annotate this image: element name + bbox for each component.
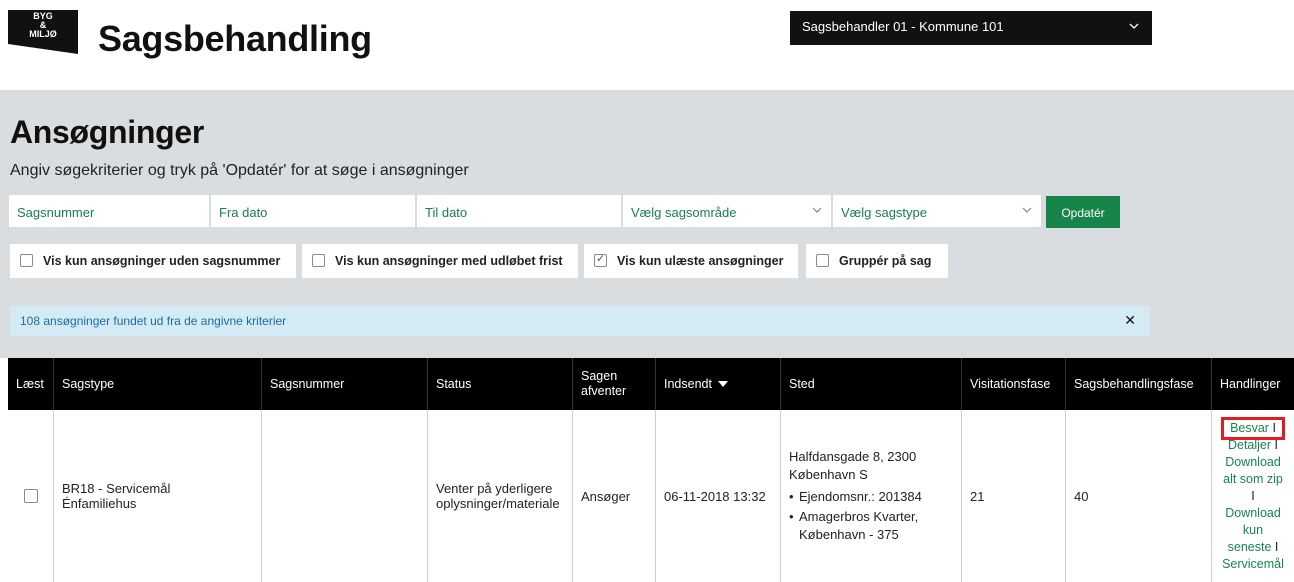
table-row: BR18 - Servicemål Énfamiliehus Venter på … bbox=[8, 410, 1294, 582]
check-label: Gruppér på sag bbox=[839, 254, 932, 268]
status-line1: Venter på yderligere bbox=[436, 481, 553, 496]
sagstype-select[interactable]: Vælg sagstype bbox=[832, 194, 1042, 228]
col-sted[interactable]: Sted bbox=[781, 358, 962, 410]
cell-afventer: Ansøger bbox=[573, 410, 656, 582]
check-grupper[interactable]: Gruppér på sag bbox=[806, 244, 948, 278]
col-handlinger: Handlinger bbox=[1220, 377, 1281, 391]
servicemaal-link[interactable]: Servicemål bbox=[1222, 557, 1284, 571]
detaljer-link[interactable]: Detaljer bbox=[1228, 438, 1271, 452]
cell-laest bbox=[8, 410, 54, 582]
separator: I bbox=[1272, 421, 1276, 435]
chevron-down-icon bbox=[1021, 204, 1033, 219]
cell-sagsnummer bbox=[262, 410, 428, 582]
chevron-down-icon bbox=[811, 204, 823, 219]
list-item: Amagerbros Kvarter,København - 375 bbox=[789, 508, 922, 544]
check-label: Vis kun ulæste ansøgninger bbox=[617, 254, 784, 268]
row-checkbox[interactable] bbox=[24, 489, 38, 503]
sted-list: Ejendomsnr.: 201384 Amagerbros Kvarter,K… bbox=[789, 488, 922, 544]
col-laest[interactable]: Læst bbox=[8, 358, 54, 410]
til-dato-placeholder: Til dato bbox=[425, 205, 468, 220]
col-afventer-line1: Sagen bbox=[581, 369, 618, 383]
cell-handlinger: Besvar I Detaljer I Download alt som zip … bbox=[1212, 410, 1294, 582]
sagstype-line2: Énfamiliehus bbox=[62, 496, 137, 511]
separator: I bbox=[1274, 438, 1279, 452]
col-sagstype[interactable]: Sagstype bbox=[54, 358, 262, 410]
besvar-highlight: Besvar I bbox=[1221, 417, 1285, 440]
fra-dato-input[interactable]: Fra dato bbox=[210, 194, 416, 228]
page-subtitle: Angiv søgekriterier og tryk på 'Opdatér'… bbox=[10, 162, 469, 179]
col-afventer[interactable]: Sagen afventer bbox=[573, 358, 656, 410]
check-ulaeste[interactable]: Vis kun ulæste ansøgninger bbox=[584, 244, 798, 278]
sagsomraade-value: Vælg sagsområde bbox=[631, 205, 737, 220]
byg-miljo-logo[interactable]: BYG & MILJØ bbox=[8, 10, 84, 54]
besvar-link[interactable]: Besvar bbox=[1230, 421, 1269, 435]
fra-dato-placeholder: Fra dato bbox=[219, 205, 268, 220]
results-info-bar: 108 ansøgninger fundet ud fra de angivne… bbox=[10, 306, 1150, 336]
col-sagsbehandling[interactable]: Sagsbehandlingsfase bbox=[1066, 358, 1212, 410]
page-title: Ansøgninger bbox=[10, 114, 205, 150]
app-title: Sagsbehandling bbox=[98, 18, 372, 59]
user-select-value: Sagsbehandler 01 - Kommune 101 bbox=[802, 19, 1004, 34]
list-item: Ejendomsnr.: 201384 bbox=[789, 488, 922, 506]
table-header: Læst Sagstype Sagsnummer Status Sagen afv… bbox=[8, 358, 1294, 410]
separator: I bbox=[1251, 489, 1255, 503]
check-label: Vis kun ansøgninger uden sagsnummer bbox=[43, 254, 281, 268]
sted-line2: København S bbox=[789, 467, 868, 482]
til-dato-input[interactable]: Til dato bbox=[416, 194, 622, 228]
checkbox-icon[interactable] bbox=[20, 254, 33, 267]
download-seneste-link[interactable]: Download kun seneste bbox=[1225, 506, 1281, 554]
checkbox-icon[interactable] bbox=[816, 254, 829, 267]
checkbox-icon[interactable] bbox=[312, 254, 325, 267]
sagsomraade-select[interactable]: Vælg sagsområde bbox=[622, 194, 832, 228]
sagsnummer-input[interactable]: Sagsnummer bbox=[8, 194, 210, 228]
sagstype-line1: BR18 - Servicemål bbox=[62, 481, 171, 496]
sagstype-value: Vælg sagstype bbox=[841, 205, 927, 220]
checkbox-checked-icon[interactable] bbox=[594, 252, 607, 267]
cell-status: Venter på yderligere oplysninger/material… bbox=[428, 410, 573, 582]
col-sagsnummer[interactable]: Sagsnummer bbox=[262, 358, 428, 410]
sort-desc-icon bbox=[717, 381, 728, 387]
check-udloebet-frist[interactable]: Vis kun ansøgninger med udløbet frist bbox=[302, 244, 578, 278]
sted-line1: Halfdansgade 8, 2300 bbox=[789, 449, 917, 464]
sagsnummer-placeholder: Sagsnummer bbox=[17, 205, 95, 220]
chevron-down-icon bbox=[1128, 20, 1140, 35]
check-uden-sagsnummer[interactable]: Vis kun ansøgninger uden sagsnummer bbox=[10, 244, 296, 278]
search-panel: Ansøgninger Angiv søgekriterier og tryk … bbox=[0, 90, 1294, 358]
col-status[interactable]: Status bbox=[428, 358, 573, 410]
cell-indsendt: 06-11-2018 13:32 bbox=[656, 410, 781, 582]
download-zip-link[interactable]: Download alt som zip bbox=[1223, 455, 1283, 486]
status-line2: oplysninger/materiale bbox=[436, 496, 560, 511]
app-header: BYG & MILJØ Sagsbehandling Sagsbehandler… bbox=[0, 0, 1294, 90]
close-icon[interactable]: ✕ bbox=[1124, 312, 1136, 329]
col-afventer-line2: afventer bbox=[581, 384, 627, 398]
cell-sted: Halfdansgade 8, 2300 København S Ejendom… bbox=[781, 410, 962, 582]
col-indsendt-label: Indsendt bbox=[664, 377, 712, 391]
separator: I bbox=[1274, 540, 1279, 554]
cell-visitation: 21 bbox=[962, 410, 1066, 582]
user-select[interactable]: Sagsbehandler 01 - Kommune 101 bbox=[790, 11, 1152, 45]
check-label: Vis kun ansøgninger med udløbet frist bbox=[335, 254, 563, 268]
cell-sagsbehandling: 40 bbox=[1066, 410, 1212, 582]
opdater-button[interactable]: Opdatér bbox=[1046, 196, 1120, 228]
logo-text: BYG & MILJØ bbox=[29, 11, 57, 39]
col-indsendt[interactable]: Indsendt bbox=[656, 358, 781, 410]
col-visitation[interactable]: Visitationsfase bbox=[962, 358, 1066, 410]
results-info-text: 108 ansøgninger fundet ud fra de angivne… bbox=[20, 314, 287, 328]
cell-sagstype: BR18 - Servicemål Énfamiliehus bbox=[54, 410, 262, 582]
